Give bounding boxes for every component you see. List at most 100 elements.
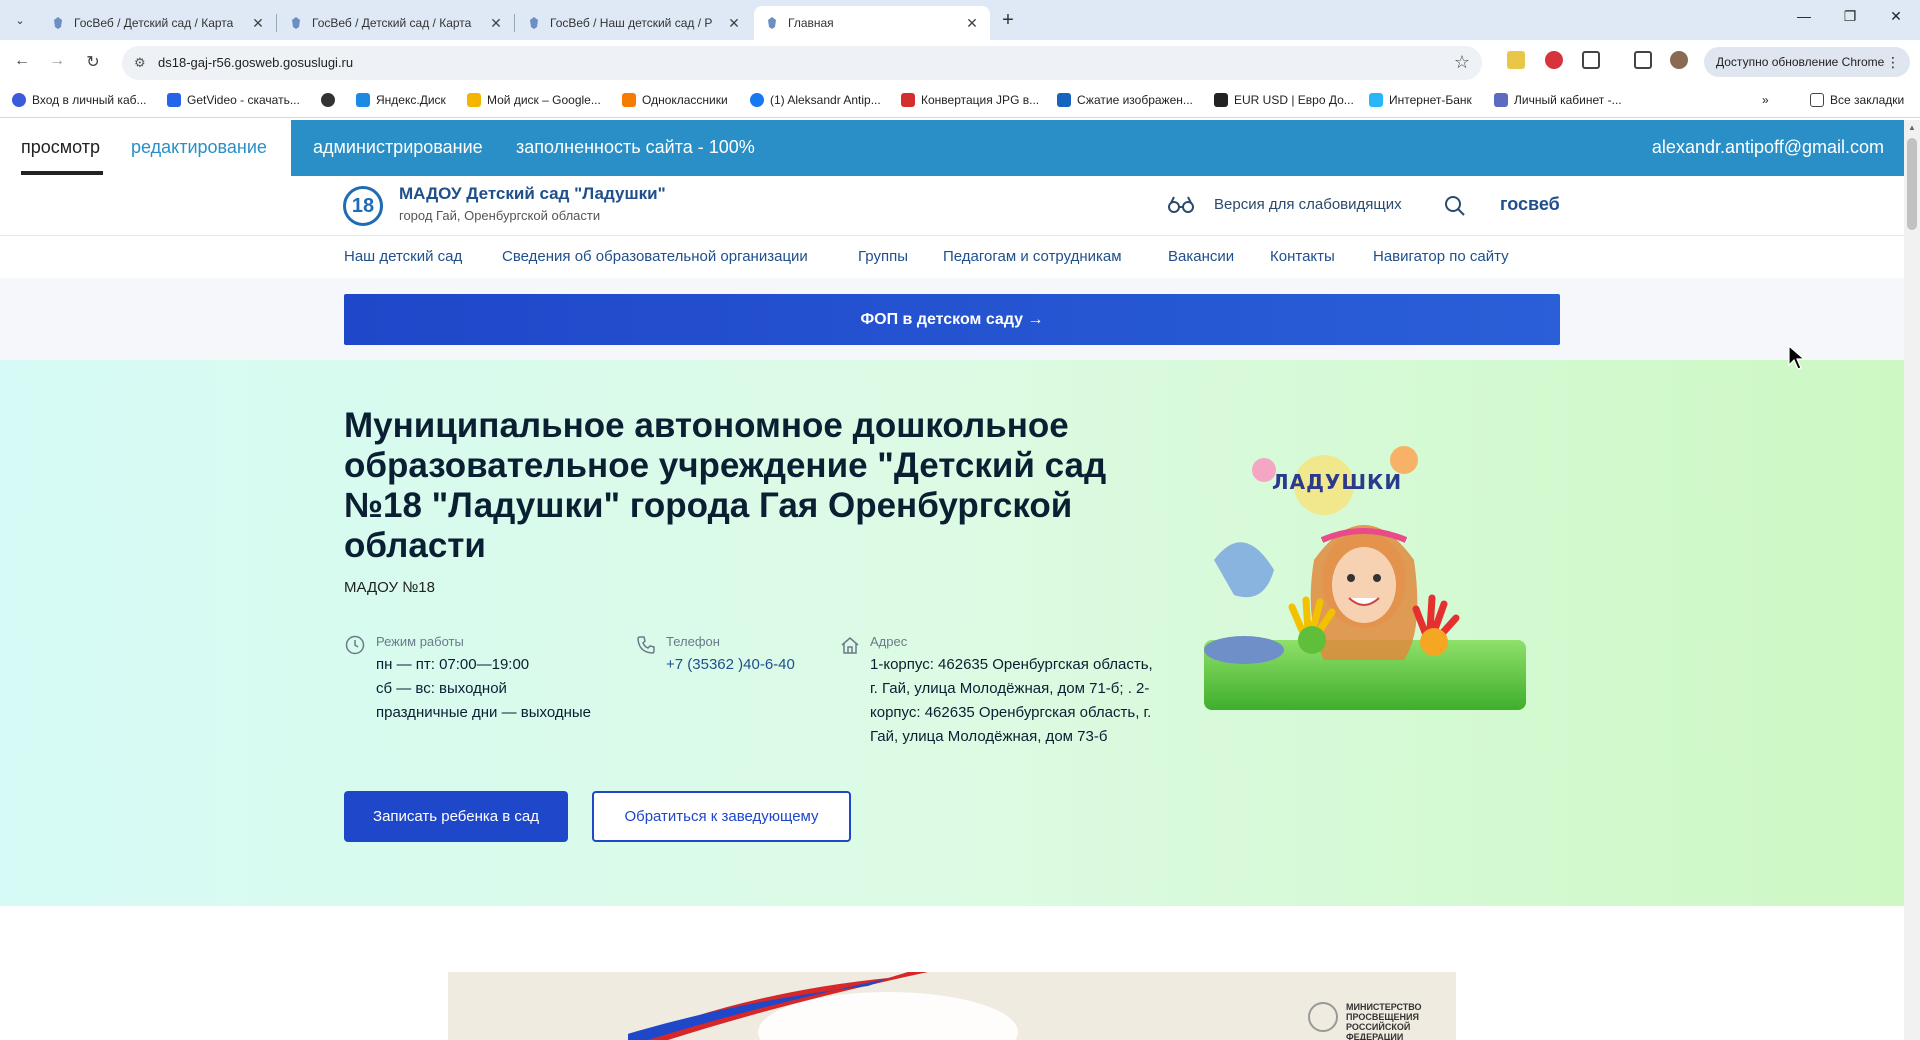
image-caption: ЛАДУШКИ	[1272, 470, 1403, 494]
edit-mode-link[interactable]: редактирование	[131, 137, 267, 158]
contact-head-button[interactable]: Обратиться к заведующему	[592, 791, 851, 842]
bookmark-item[interactable]: Яндекс.Диск	[356, 93, 446, 107]
gosweb-favicon-icon	[768, 17, 776, 29]
bookmark-label: Личный кабинет -...	[1514, 93, 1622, 107]
gosweb-favicon-icon	[54, 17, 62, 29]
bookmark-label: Интернет-Банк	[1389, 93, 1472, 107]
heart-icon	[901, 93, 915, 107]
profile-avatar-icon[interactable]	[1670, 51, 1688, 69]
more-bookmarks-icon[interactable]: »	[1762, 93, 1769, 107]
back-icon[interactable]: ←	[11, 52, 33, 70]
address-line: г. Гай, улица Молодёжная, дом 71-б; . 2-	[870, 680, 1150, 697]
browser-toolbar: ← → ↻ ⚙ ds18-gaj-r56.gosweb.gosuslugi.ru…	[0, 40, 1920, 86]
address-label: Адрес	[870, 634, 908, 649]
url-text[interactable]: ds18-gaj-r56.gosweb.gosuslugi.ru	[158, 55, 353, 70]
bookmark-item[interactable]: Мой диск – Google...	[467, 93, 601, 107]
bookmark-item[interactable]: Одноклассники	[622, 93, 728, 107]
site-fill-status[interactable]: заполненность сайта - 100%	[516, 137, 755, 158]
browser-tab[interactable]: ГосВеб / Детский сад / Карта ✕	[278, 6, 514, 40]
side-panel-icon[interactable]	[1634, 51, 1652, 69]
facebook-icon	[750, 93, 764, 107]
forward-icon[interactable]: →	[46, 52, 68, 70]
glasses-icon[interactable]	[1168, 196, 1194, 214]
bookmark-item[interactable]	[321, 93, 341, 107]
site-info-icon[interactable]: ⚙	[134, 55, 146, 71]
nav-item-our-kindergarten[interactable]: Наш детский сад	[344, 248, 462, 265]
new-tab-icon[interactable]: +	[996, 9, 1020, 32]
scroll-up-arrow-icon[interactable]: ▲	[1904, 120, 1920, 136]
administration-link[interactable]: администрирование	[313, 137, 483, 158]
tab-close-icon[interactable]: ✕	[964, 15, 980, 32]
close-window-icon[interactable]: ✕	[1884, 8, 1908, 25]
ministry-label: МИНИСТЕРСТВО ПРОСВЕЩЕНИЯ РОССИЙСКОЙ ФЕДЕ…	[1346, 1002, 1422, 1040]
nav-item-groups[interactable]: Группы	[858, 248, 908, 265]
tab-title: ГосВеб / Наш детский сад / Р	[550, 16, 713, 30]
hours-weekend: сб — вс: выходной	[376, 680, 507, 697]
all-bookmarks-label: Все закладки	[1830, 93, 1905, 107]
bookmark-item[interactable]: Сжатие изображен...	[1057, 93, 1193, 107]
browser-tab[interactable]: ГосВеб / Наш детский сад / Р ✕	[516, 6, 752, 40]
tab-title: ГосВеб / Детский сад / Карта	[312, 16, 472, 30]
tab-close-icon[interactable]: ✕	[726, 15, 742, 32]
nav-item-org-info[interactable]: Сведения об образовательной организации	[502, 248, 808, 265]
extension-adblock-icon[interactable]	[1545, 51, 1563, 69]
address-line: Гай, улица Молодёжная, дом 73-б	[870, 728, 1108, 745]
tab-separator	[514, 14, 515, 32]
view-mode-link[interactable]: просмотр	[21, 137, 100, 158]
phone-link[interactable]: +7 (35362 )40-6-40	[666, 653, 795, 677]
page-scrollbar[interactable]	[1904, 120, 1920, 1040]
bookmark-item[interactable]: (1) Aleksandr Antip...	[750, 93, 881, 107]
tab-title: ГосВеб / Детский сад / Карта	[74, 16, 234, 30]
nav-item-navigator[interactable]: Навигатор по сайту	[1373, 248, 1509, 265]
bookmark-favicon-icon	[12, 93, 26, 107]
nav-item-teachers[interactable]: Педагогам и сотрудникам	[943, 248, 1122, 265]
tricolor-ribbon-icon	[628, 972, 1018, 1040]
nav-item-contacts[interactable]: Контакты	[1270, 248, 1335, 265]
extensions-puzzle-icon[interactable]	[1582, 51, 1600, 69]
gosweb-brand[interactable]: госвеб	[1500, 194, 1560, 215]
user-email[interactable]: alexandr.antipoff@gmail.com	[1652, 137, 1884, 158]
reload-icon[interactable]: ↻	[82, 52, 104, 72]
extension-icon[interactable]	[1507, 51, 1525, 69]
clock-icon	[345, 635, 365, 655]
compress-icon	[1057, 93, 1071, 107]
phone-icon	[637, 636, 655, 654]
browser-tab[interactable]: ГосВеб / Детский сад / Карта ✕	[40, 6, 276, 40]
menu-dots-icon[interactable]: ⋮	[1886, 54, 1900, 71]
bookmarks-bar: Вход в личный каб... GetVideo - скачать.…	[0, 86, 1920, 118]
search-icon[interactable]	[1444, 195, 1466, 217]
bookmark-label: Конвертация JPG в...	[921, 93, 1040, 107]
bookmark-label: Мой диск – Google...	[487, 93, 601, 107]
nav-item-vacancies[interactable]: Вакансии	[1168, 248, 1234, 265]
bookmark-item[interactable]: Личный кабинет -...	[1494, 93, 1622, 107]
hero-illustration: ЛАДУШКИ	[1204, 430, 1526, 710]
minimize-icon[interactable]: —	[1792, 8, 1816, 24]
bookmark-item[interactable]: Интернет-Банк	[1369, 93, 1472, 107]
tab-search-icon[interactable]: ⌄	[10, 10, 30, 30]
chrome-update-button[interactable]: Доступно обновление Chrome ⋮	[1704, 47, 1910, 77]
gosuslugi-icon	[1494, 93, 1508, 107]
ministry-banner[interactable]: МИНИСТЕРСТВО ПРОСВЕЩЕНИЯ РОССИЙСКОЙ ФЕДЕ…	[448, 972, 1456, 1040]
enroll-child-button[interactable]: Записать ребенка в сад	[344, 791, 568, 842]
bookmark-item[interactable]: GetVideo - скачать...	[167, 93, 300, 107]
restore-icon[interactable]: ❐	[1838, 8, 1862, 25]
bookmark-item[interactable]: Вход в личный каб...	[12, 93, 147, 107]
accessibility-version-link[interactable]: Версия для слабовидящих	[1214, 196, 1402, 213]
all-bookmarks[interactable]: Все закладки	[1810, 93, 1904, 107]
bookmark-label: EUR USD | Евро До...	[1234, 93, 1354, 107]
tab-close-icon[interactable]: ✕	[488, 15, 504, 32]
bookmark-label: Вход в личный каб...	[32, 93, 147, 107]
site-logo[interactable]: 18	[343, 186, 383, 226]
org-name[interactable]: МАДОУ Детский сад "Ладушки"	[399, 184, 666, 204]
bookmark-star-icon[interactable]: ☆	[1454, 52, 1470, 73]
bookmark-item[interactable]: Конвертация JPG в...	[901, 93, 1039, 107]
house-icon	[841, 637, 859, 654]
bookmark-item[interactable]: EUR USD | Евро До...	[1214, 93, 1354, 107]
tab-close-icon[interactable]: ✕	[250, 15, 266, 32]
browser-tab-active[interactable]: Главная ✕	[754, 6, 990, 40]
fop-banner-button[interactable]: ФОП в детском саду →	[344, 294, 1560, 345]
scrollbar-thumb[interactable]	[1907, 138, 1917, 230]
address-bar[interactable]: ⚙ ds18-gaj-r56.gosweb.gosuslugi.ru ☆	[122, 46, 1482, 80]
fop-banner-section: ФОП в детском саду →	[0, 278, 1904, 360]
main-nav: Наш детский сад Сведения об образователь…	[0, 236, 1904, 278]
